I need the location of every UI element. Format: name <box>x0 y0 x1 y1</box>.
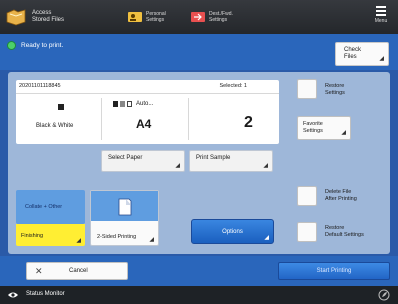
access-stored-files-button[interactable]: Access Stored Files <box>4 5 94 29</box>
submenu-arrow-icon: ◢ <box>76 238 81 244</box>
paper-size: A4 <box>136 117 152 131</box>
paper-auto: Auto... <box>136 101 154 107</box>
top-bar: Access Stored Files Personal Settings De… <box>0 0 398 34</box>
screen: Access Stored Files Personal Settings De… <box>0 0 398 304</box>
print-sample-button[interactable]: Print Sample ◢ <box>189 150 273 172</box>
select-paper-label: Select Paper <box>108 155 143 161</box>
eco-icon[interactable] <box>378 289 390 301</box>
selected-count: Selected: 1 <box>219 83 247 89</box>
tray-icon <box>120 101 125 107</box>
restore-default-settings-button[interactable] <box>297 222 317 242</box>
divider <box>101 98 102 140</box>
ready-indicator-icon <box>7 41 16 50</box>
submenu-arrow-icon: ◢ <box>175 163 180 169</box>
two-sided-label: 2-Sided Printing <box>97 234 137 240</box>
summary-header: 20201101118845 Selected: 1 <box>16 80 279 94</box>
cancel-label: Cancel <box>69 268 88 274</box>
color-mode: Black & White <box>36 123 74 129</box>
status-text: Ready to print. <box>21 42 64 49</box>
menu-button[interactable]: Menu <box>368 3 394 31</box>
collate-label: Collate + Other <box>25 204 63 210</box>
person-settings-icon <box>128 12 142 22</box>
favorite-line1: Favorite <box>303 121 323 127</box>
tray-icon <box>113 101 118 107</box>
options-label: Options <box>222 229 243 235</box>
close-icon: ✕ <box>35 266 43 276</box>
print-settings-summary: 20201101118845 Selected: 1 Black & White… <box>16 80 279 144</box>
favorite-settings-button[interactable]: Favorite Settings ◢ <box>297 116 351 140</box>
restore-default-line1: Restore <box>325 225 345 231</box>
forward-settings-icon <box>191 12 205 22</box>
file-code: 20201101118845 <box>19 83 61 89</box>
two-sided-printing-button[interactable]: 2-Sided Printing ◢ <box>90 190 159 246</box>
favorite-line2: Settings <box>303 128 323 134</box>
submenu-arrow-icon: ◢ <box>379 56 384 62</box>
submenu-arrow-icon: ◢ <box>341 130 346 136</box>
menu-icon <box>376 6 386 16</box>
menu-label: Menu <box>374 18 388 24</box>
app-title-line1: Access <box>32 10 52 16</box>
submenu-arrow-icon: ◢ <box>149 237 154 243</box>
restore-default-line2: Default Settings <box>325 232 364 238</box>
two-sided-page-icon <box>118 198 132 216</box>
folder-icon <box>4 5 28 29</box>
finishing-button[interactable]: Finishing ◢ <box>16 224 85 246</box>
check-files-button[interactable]: Check Files ◢ <box>335 42 389 66</box>
status-monitor-label: Status Monitor <box>26 291 65 297</box>
divider <box>188 98 189 140</box>
restore-settings-line2: Settings <box>325 90 345 96</box>
paper-icon <box>127 101 132 107</box>
start-printing-button[interactable]: Start Printing <box>278 262 390 280</box>
print-sample-label: Print Sample <box>196 155 231 161</box>
options-button[interactable]: Options ◢ <box>191 219 274 244</box>
finishing-label: Finishing <box>21 233 44 239</box>
delete-line2: After Printing <box>325 196 357 202</box>
restore-settings-line1: Restore <box>325 83 345 89</box>
dest-fwd-settings-button[interactable]: Dest./Fwd. Settings <box>191 6 233 28</box>
delete-after-printing-label: Delete File After Printing <box>325 189 357 203</box>
paper-source-icons: Auto... <box>113 101 153 107</box>
status-monitor-bar[interactable]: Status Monitor <box>0 286 398 304</box>
restore-default-label: Restore Default Settings <box>325 225 364 239</box>
status-monitor-icon <box>8 292 18 298</box>
start-printing-label: Start Printing <box>316 268 352 274</box>
black-white-icon <box>58 104 64 110</box>
delete-line1: Delete File <box>325 189 352 195</box>
check-files-line2: Files <box>344 54 357 60</box>
cancel-button[interactable]: ✕ Cancel <box>26 262 128 280</box>
submenu-arrow-icon: ◢ <box>263 163 268 169</box>
select-paper-button[interactable]: Select Paper ◢ <box>101 150 185 172</box>
collate-tile[interactable]: Collate + Other <box>16 190 85 224</box>
check-files-line1: Check <box>344 47 362 53</box>
restore-settings-button[interactable] <box>297 79 317 99</box>
ready-status: Ready to print. <box>7 41 63 50</box>
delete-after-printing-checkbox[interactable] <box>297 186 317 206</box>
dest-fwd-line2: Settings <box>209 17 228 23</box>
restore-settings-label: Restore Settings <box>325 83 345 97</box>
personal-settings-line2: Settings <box>146 17 165 23</box>
copies-count: 2 <box>244 114 253 131</box>
app-title-line2: Stored Files <box>32 17 65 23</box>
submenu-arrow-icon: ◢ <box>264 235 269 241</box>
personal-settings-button[interactable]: Personal Settings <box>128 6 166 28</box>
